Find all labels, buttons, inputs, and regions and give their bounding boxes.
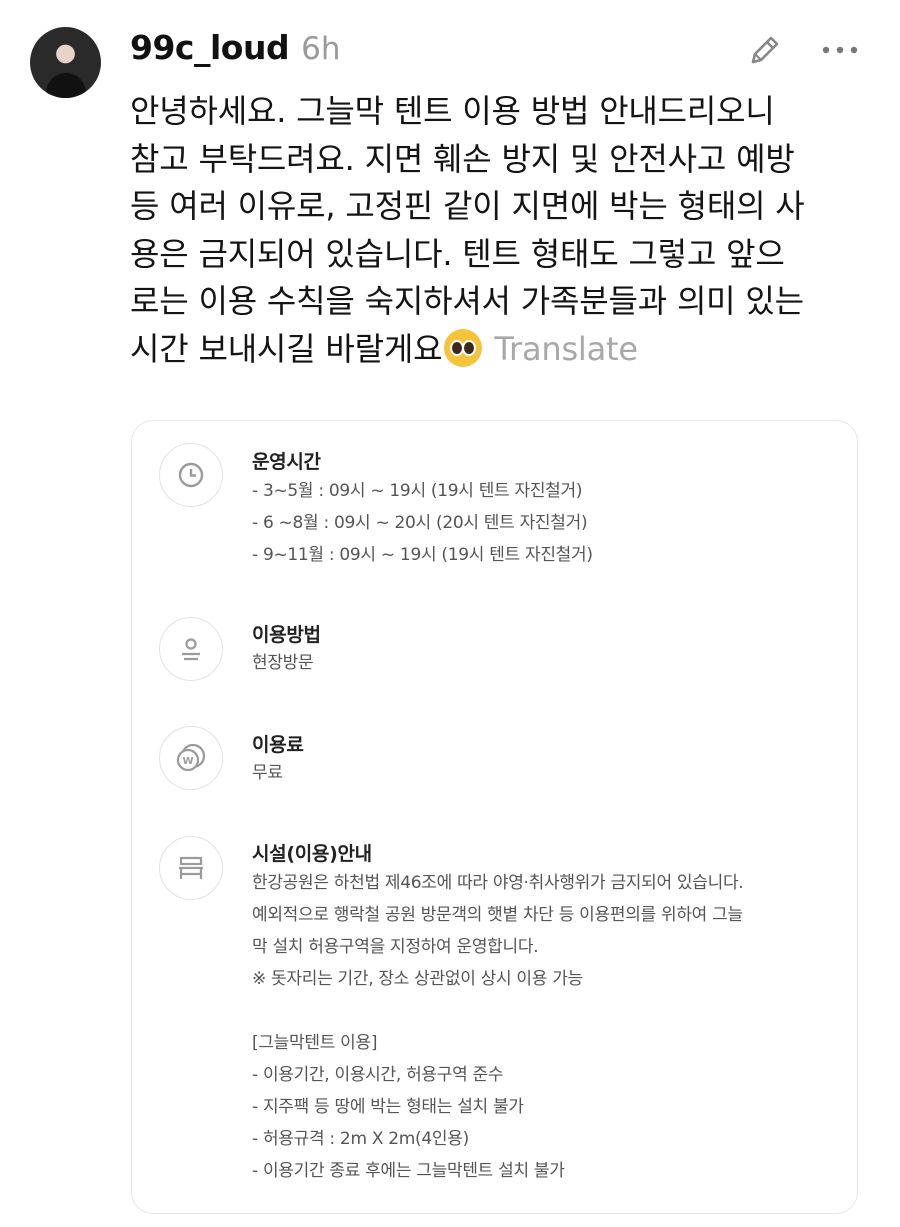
avatar[interactable]	[30, 27, 101, 98]
method-row: 현장방문	[252, 653, 314, 673]
facility-row: - 이용기간, 이용시간, 허용구역 준수	[252, 1065, 504, 1085]
post-line-last: 시간 보내시길 바랄게요 Translate	[130, 326, 880, 374]
facility-row: 예외적으로 행락철 공원 방문객의 햇볕 차단 등 이용편의를 위하여 그늘	[252, 905, 743, 925]
pleading-face-emoji	[444, 328, 483, 367]
info-card: 운영시간 - 3~5월 : 09시 ~ 19시 (19시 텐트 자진철거) - …	[131, 420, 858, 1214]
post-line: 참고 부탁드려요. 지면 훼손 방지 및 안전사고 예방	[130, 139, 795, 178]
facility-row: - 허용규격 : 2m X 2m(4인용)	[252, 1129, 469, 1149]
facility-row: ※ 돗자리는 기간, 장소 상관없이 상시 이용 가능	[252, 969, 583, 989]
post-line: 용은 금지되어 있습니다. 텐트 형태도 그렇고 앞으	[130, 234, 785, 273]
post-text: 안녕하세요. 그늘막 텐트 이용 방법 안내드리오니 참고 부탁드려요. 지면 …	[130, 88, 880, 373]
post-line: 시간 보내시길 바랄게요	[130, 329, 443, 368]
username[interactable]: 99c_loud	[130, 28, 290, 67]
clock-icon	[159, 443, 223, 507]
facility-row: 한강공원은 하천법 제46조에 따라 야영·취사행위가 금지되어 있습니다.	[252, 873, 744, 893]
hours-row: - 9~11월 : 09시 ~ 19시 (19시 텐트 자진철거)	[252, 545, 593, 565]
translate-link[interactable]: Translate	[494, 330, 638, 368]
pencil-icon[interactable]	[745, 30, 785, 70]
facility-row: 막 설치 허용구역을 지정하여 운영합니다.	[252, 937, 539, 957]
facility-body: 한강공원은 하천법 제46조에 따라 야영·취사행위가 금지되어 있습니다. 예…	[252, 867, 744, 1187]
post-header: 99c_loud 6h	[130, 28, 340, 72]
won-coin-icon: W	[159, 726, 223, 790]
fee-title: 이용료	[252, 734, 304, 756]
facility-title: 시설(이용)안내	[252, 843, 372, 865]
fee-body: 무료	[252, 757, 283, 789]
person-icon	[159, 617, 223, 681]
post-time: 6h	[301, 31, 341, 67]
facility-row: - 이용기간 종료 후에는 그늘막텐트 설치 불가	[252, 1161, 565, 1181]
bench-icon	[159, 836, 223, 900]
post-line: 안녕하세요. 그늘막 텐트 이용 방법 안내드리오니	[130, 92, 775, 130]
facility-row	[252, 995, 743, 1027]
post-line: 로는 이용 수칙을 숙지하셔서 가족분들과 의미 있는	[130, 282, 804, 320]
hours-row: - 6 ~8월 : 09시 ~ 20시 (20시 텐트 자진철거)	[252, 513, 588, 533]
fee-row: 무료	[252, 763, 283, 783]
method-body: 현장방문	[252, 647, 314, 679]
method-title: 이용방법	[252, 624, 321, 646]
more-dots-icon[interactable]	[818, 30, 862, 70]
facility-row: [그늘막텐트 이용]	[252, 1033, 378, 1053]
facility-row: - 지주팩 등 땅에 박는 형태는 설치 불가	[252, 1097, 524, 1117]
svg-text:W: W	[182, 756, 193, 767]
post-line: 등 여러 이유로, 고정핀 같이 지면에 박는 형태의 사	[130, 187, 805, 225]
hours-title: 운영시간	[252, 451, 321, 473]
hours-row: - 3~5월 : 09시 ~ 19시 (19시 텐트 자진철거)	[252, 481, 583, 501]
hours-body: - 3~5월 : 09시 ~ 19시 (19시 텐트 자진철거) - 6 ~8월…	[252, 475, 593, 571]
